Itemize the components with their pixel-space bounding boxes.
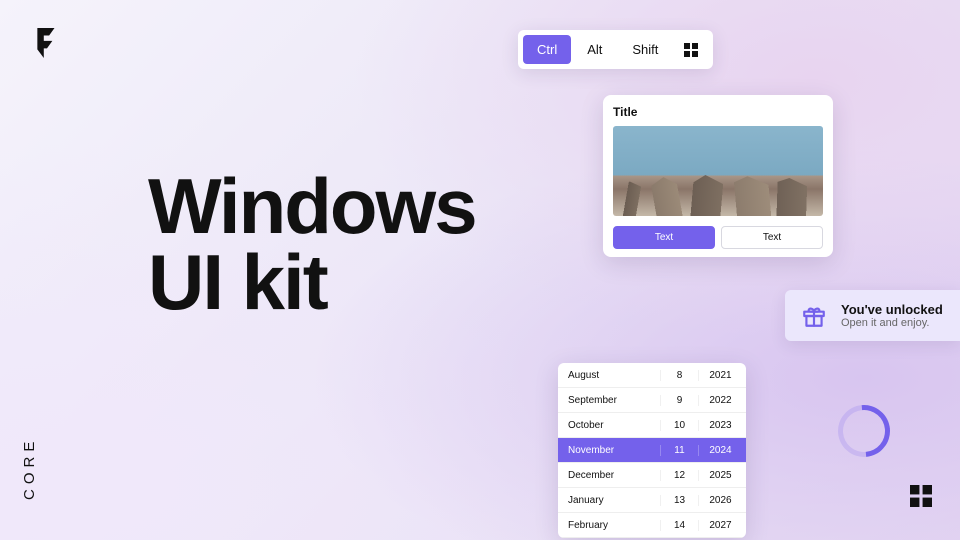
date-picker[interactable]: August82021 September92022 October102023… xyxy=(558,363,746,538)
sublabel: CORE xyxy=(21,437,38,500)
headline-line2: UI kit xyxy=(148,244,476,320)
gift-icon xyxy=(801,303,827,329)
loading-spinner xyxy=(827,394,900,467)
date-row[interactable]: February142027 xyxy=(558,513,746,538)
alt-button[interactable]: Alt xyxy=(573,35,616,64)
date-row[interactable]: September92022 xyxy=(558,388,746,413)
toast-subtitle: Open it and enjoy. xyxy=(841,317,943,329)
page-title: Windows UI kit xyxy=(148,168,476,321)
toast-title: You've unlocked xyxy=(841,302,943,317)
ctrl-button[interactable]: Ctrl xyxy=(523,35,571,64)
card-primary-button[interactable]: Text xyxy=(613,226,715,249)
date-row[interactable]: October102023 xyxy=(558,413,746,438)
brand-logo xyxy=(34,28,60,63)
shift-button[interactable]: Shift xyxy=(618,35,672,64)
card-image xyxy=(613,126,823,216)
card-actions: Text Text xyxy=(613,226,823,249)
toast-text: You've unlocked Open it and enjoy. xyxy=(841,302,943,329)
date-row[interactable]: August82021 xyxy=(558,363,746,388)
modifier-toolbar: Ctrl Alt Shift xyxy=(518,30,713,69)
card-title: Title xyxy=(613,105,823,119)
preview-card: Title Text Text xyxy=(603,95,833,257)
date-row[interactable]: December122025 xyxy=(558,463,746,488)
date-row-selected[interactable]: November112024 xyxy=(558,438,746,463)
unlock-toast[interactable]: You've unlocked Open it and enjoy. xyxy=(785,290,960,341)
windows-icon xyxy=(910,485,932,512)
headline-line1: Windows xyxy=(148,168,476,244)
card-secondary-button[interactable]: Text xyxy=(721,226,823,249)
date-row[interactable]: January132026 xyxy=(558,488,746,513)
windows-grid-icon[interactable] xyxy=(674,36,708,64)
